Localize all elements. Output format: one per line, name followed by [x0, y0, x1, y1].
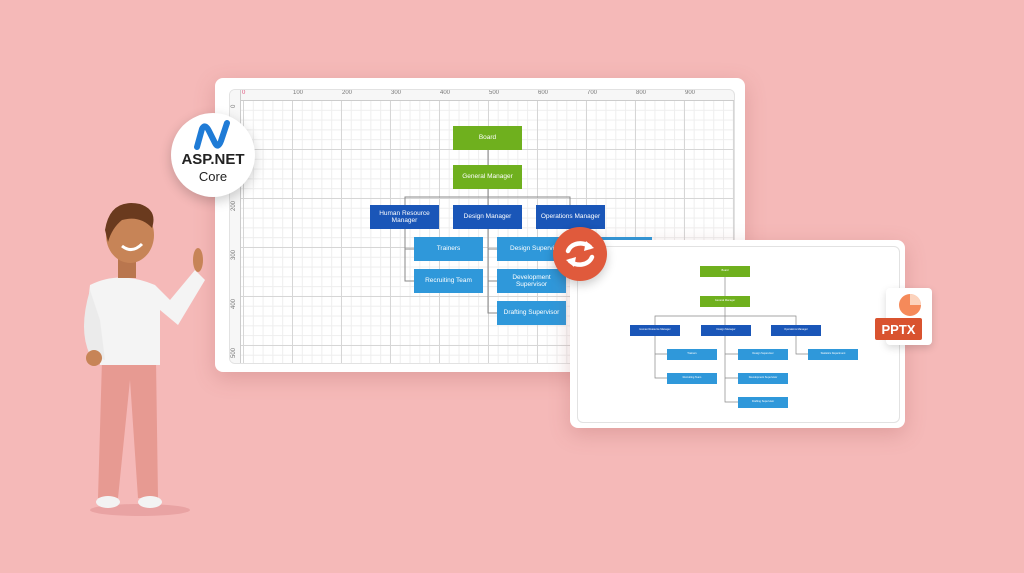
- ruler-label: 200: [231, 200, 237, 211]
- pptx-node-trainers: Trainers: [667, 349, 717, 360]
- ruler-label: 500: [231, 347, 237, 358]
- node-hr-manager[interactable]: Human Resource Manager: [370, 205, 439, 229]
- ruler-label: 300: [231, 249, 237, 260]
- pptx-node-development-supervisor: Development Supervisor: [738, 373, 788, 384]
- ruler-label: 200: [342, 90, 353, 96]
- node-operations-manager[interactable]: Operations Manager: [536, 205, 605, 229]
- ruler-label: 600: [538, 90, 549, 96]
- node-general-manager[interactable]: General Manager: [453, 165, 522, 189]
- pptx-node-statistics-department: Statistics Department: [808, 349, 858, 360]
- ruler-label: 800: [636, 90, 647, 96]
- pptx-node-hr-manager: Human Resource Manager: [630, 325, 680, 336]
- aspnet-label: ASP.NET: [181, 151, 245, 168]
- aspnet-wave-icon: [194, 120, 230, 150]
- ruler-label: 300: [391, 90, 402, 96]
- ruler-label: 500: [489, 90, 500, 96]
- pptx-node-board: Board: [700, 266, 750, 277]
- ruler-label: 700: [587, 90, 598, 96]
- pptx-node-recruiting-team: Recruiting Team: [667, 373, 717, 384]
- node-trainers[interactable]: Trainers: [414, 237, 483, 261]
- ruler-label: 0: [231, 104, 237, 108]
- horizontal-ruler: 0 100 200 300 400 500 600 700 800 900: [230, 90, 734, 101]
- ruler-label: 400: [231, 298, 237, 309]
- node-board[interactable]: Board: [453, 126, 522, 150]
- ruler-label: 0: [242, 90, 246, 96]
- person-illustration: [60, 180, 220, 525]
- sync-icon: [553, 227, 607, 281]
- node-recruiting-team[interactable]: Recruiting Team: [414, 269, 483, 293]
- pptx-node-operations-manager: Operations Manager: [771, 325, 821, 336]
- ruler-label: 900: [685, 90, 696, 96]
- node-design-manager[interactable]: Design Manager: [453, 205, 522, 229]
- pptx-node-design-supervisor: Design Supervisor: [738, 349, 788, 360]
- pptx-node-drafting-supervisor: Drafting Supervisor: [738, 397, 788, 408]
- ruler-label: 100: [293, 90, 304, 96]
- node-drafting-supervisor[interactable]: Drafting Supervisor: [497, 301, 566, 325]
- pptx-label: PPTX: [875, 318, 922, 340]
- pptx-node-general-manager: General Manager: [700, 296, 750, 307]
- pptx-node-design-manager: Design Manager: [701, 325, 751, 336]
- ruler-label: 400: [440, 90, 451, 96]
